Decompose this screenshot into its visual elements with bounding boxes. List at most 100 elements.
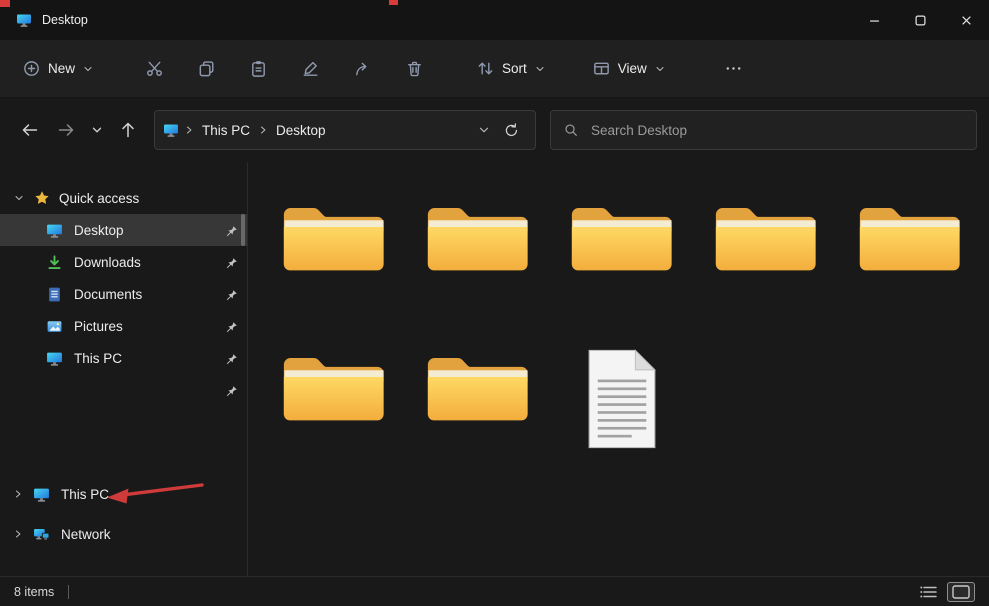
pictures-icon (46, 318, 63, 335)
sort-button[interactable]: Sort (468, 50, 554, 88)
status-divider (68, 585, 69, 599)
network-icon (33, 526, 50, 543)
file-item-document[interactable] (550, 342, 694, 492)
rename-button[interactable] (284, 50, 336, 88)
file-explorer-window: Desktop New (0, 0, 989, 606)
search-input[interactable] (589, 122, 964, 139)
sidebar-item-label: Documents (74, 287, 142, 302)
forward-button[interactable] (48, 112, 84, 148)
chevron-right-icon (12, 488, 24, 500)
address-bar[interactable]: This PC Desktop (154, 110, 536, 150)
more-options-button[interactable] (708, 50, 760, 88)
folder-icon (566, 198, 678, 276)
breadcrumb-desktop[interactable]: Desktop (273, 123, 329, 138)
tree-item-label: This PC (61, 487, 109, 502)
quick-access-label: Quick access (59, 191, 139, 206)
status-bar: 8 items (0, 576, 989, 606)
documents-icon (46, 286, 63, 303)
file-item-folder[interactable] (262, 192, 406, 342)
sidebar-item-desktop[interactable]: Desktop (0, 214, 247, 246)
folder-icon (422, 198, 534, 276)
sidebar-item-label: Desktop (74, 223, 124, 238)
sidebar-item-downloads[interactable]: Downloads (0, 246, 247, 278)
minimize-icon (869, 15, 880, 26)
file-grid (248, 162, 989, 576)
up-button[interactable] (110, 112, 146, 148)
chevron-down-icon (654, 63, 666, 75)
file-item-folder[interactable] (550, 192, 694, 342)
tree-item-this-pc[interactable]: This PC (0, 476, 247, 512)
folder-icon (710, 198, 822, 276)
pin-icon (224, 255, 238, 269)
delete-button[interactable] (388, 50, 440, 88)
pin-icon (224, 287, 238, 301)
file-item-folder[interactable] (838, 192, 982, 342)
details-view-button[interactable] (919, 584, 939, 600)
paste-button[interactable] (232, 50, 284, 88)
chevron-right-icon (257, 124, 269, 136)
sidebar-item-label: Downloads (74, 255, 141, 270)
folder-icon (278, 348, 390, 426)
sort-icon (476, 59, 495, 78)
up-arrow-icon (118, 120, 138, 140)
share-icon (353, 59, 372, 78)
file-item-folder[interactable] (406, 342, 550, 492)
large-icons-view-button[interactable] (947, 582, 975, 602)
file-item-folder[interactable] (694, 192, 838, 342)
chevron-down-icon[interactable] (477, 123, 491, 137)
view-icon (592, 59, 611, 78)
chevron-down-icon (13, 192, 25, 204)
recent-locations-button[interactable] (84, 112, 110, 148)
close-icon (961, 15, 972, 26)
sidebar-item-documents[interactable]: Documents (0, 278, 247, 310)
command-toolbar: New (0, 40, 989, 98)
plus-circle-icon (22, 59, 41, 78)
share-button[interactable] (336, 50, 388, 88)
chevron-down-icon (90, 123, 104, 137)
refresh-button[interactable] (495, 114, 527, 146)
back-button[interactable] (12, 112, 48, 148)
sidebar-item-label: Pictures (74, 319, 123, 334)
paste-icon (249, 59, 268, 78)
this-pc-icon (46, 350, 63, 367)
titlebar: Desktop (0, 0, 989, 40)
view-button-label: View (618, 61, 647, 76)
copy-icon (197, 59, 216, 78)
pin-icon (224, 223, 238, 237)
file-item-folder[interactable] (406, 192, 550, 342)
window-title: Desktop (42, 13, 88, 27)
sidebar-scrollbar-thumb[interactable] (241, 214, 245, 246)
item-count: 8 items (14, 585, 54, 599)
sidebar-item-this-pc[interactable]: This PC (0, 342, 247, 374)
this-pc-icon (33, 486, 50, 503)
sidebar-item-unlabeled[interactable] (0, 374, 247, 406)
pin-icon (224, 383, 238, 397)
sidebar-item-pictures[interactable]: Pictures (0, 310, 247, 342)
chevron-down-icon (82, 63, 94, 75)
search-box[interactable] (550, 110, 977, 150)
desktop-window-icon (16, 12, 32, 28)
close-button[interactable] (943, 0, 989, 40)
pin-icon (224, 351, 238, 365)
document-icon (583, 348, 661, 450)
new-button[interactable]: New (14, 50, 102, 88)
cut-button[interactable] (128, 50, 180, 88)
refresh-icon (503, 122, 520, 139)
file-item-folder[interactable] (262, 342, 406, 492)
minimize-button[interactable] (851, 0, 897, 40)
folder-icon (422, 348, 534, 426)
sidebar-item-quick-access[interactable]: Quick access (0, 182, 247, 214)
maximize-button[interactable] (897, 0, 943, 40)
chevron-right-icon (12, 528, 24, 540)
tree-item-network[interactable]: Network (0, 516, 247, 552)
copy-button[interactable] (180, 50, 232, 88)
rename-icon (301, 59, 320, 78)
new-button-label: New (48, 61, 75, 76)
back-arrow-icon (20, 120, 40, 140)
forward-arrow-icon (56, 120, 76, 140)
chevron-right-icon (183, 124, 195, 136)
view-button[interactable]: View (584, 50, 674, 88)
navigation-bar: This PC Desktop (0, 98, 989, 162)
breadcrumb-this-pc[interactable]: This PC (199, 123, 253, 138)
delete-icon (405, 59, 424, 78)
